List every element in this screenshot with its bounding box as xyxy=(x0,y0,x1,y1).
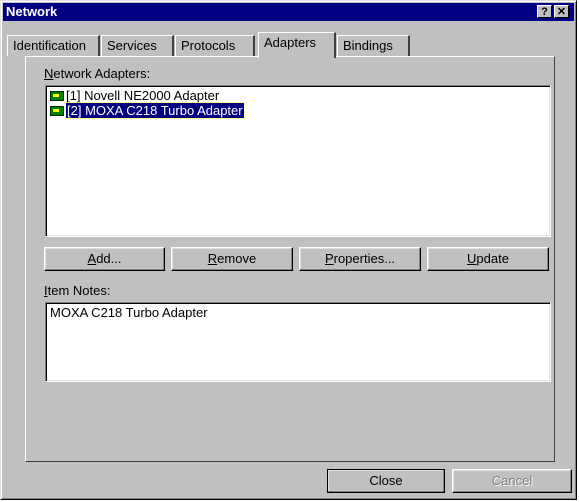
tab-identification[interactable]: Identification xyxy=(7,35,100,56)
network-adapters-list[interactable]: [1] Novell NE2000 Adapter [2] MOXA C218 … xyxy=(45,85,551,237)
add-button[interactable]: Add... xyxy=(44,247,165,271)
list-item[interactable]: [2] MOXA C218 Turbo Adapter xyxy=(50,102,245,119)
item-notes-box: MOXA C218 Turbo Adapter xyxy=(45,302,551,382)
adapters-panel: Network Adapters: [1] Novell NE2000 Adap… xyxy=(25,56,555,462)
tab-services[interactable]: Services xyxy=(101,35,174,56)
help-button[interactable]: ? xyxy=(537,5,552,18)
tab-adapters[interactable]: Adapters xyxy=(258,32,336,58)
close-button[interactable]: Close xyxy=(327,469,445,493)
properties-button[interactable]: Properties... xyxy=(299,247,421,271)
tab-bindings[interactable]: Bindings xyxy=(337,35,410,56)
item-notes-text: MOXA C218 Turbo Adapter xyxy=(50,305,208,320)
update-button[interactable]: Update xyxy=(427,247,549,271)
remove-button[interactable]: Remove xyxy=(171,247,293,271)
list-item[interactable]: [1] Novell NE2000 Adapter xyxy=(50,88,219,104)
network-adapters-label: Network Adapters: xyxy=(44,66,151,81)
window-title: Network xyxy=(6,4,58,19)
network-card-icon xyxy=(50,91,64,101)
tab-protocols[interactable]: Protocols xyxy=(175,35,255,56)
cancel-button[interactable]: Cancel xyxy=(452,469,572,493)
item-notes-label: Item Notes: xyxy=(44,283,111,298)
title-bar[interactable]: Network ? ✕ xyxy=(3,3,574,21)
close-window-button[interactable]: ✕ xyxy=(554,5,569,18)
network-card-icon xyxy=(50,106,64,116)
network-dialog: Network ? ✕ Identification Services Prot… xyxy=(0,0,577,500)
